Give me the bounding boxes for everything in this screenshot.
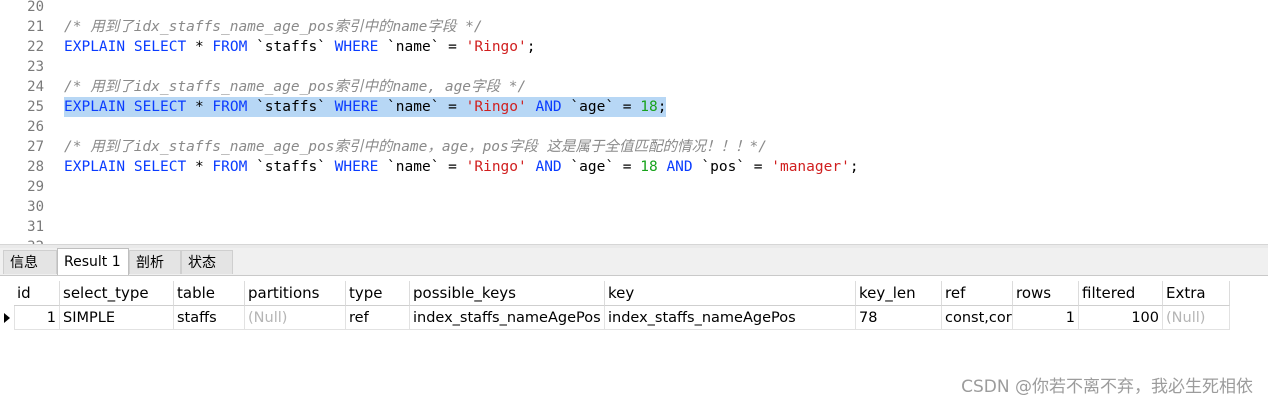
- column-header[interactable]: partitions: [245, 281, 346, 306]
- line-number: 30: [27, 199, 44, 215]
- tab-status[interactable]: 状态: [181, 250, 233, 274]
- result-tab-bar: 信息 Result 1 剖析 状态: [0, 248, 1268, 276]
- line-number: 26: [27, 119, 44, 135]
- code-comment: /* 用到了idx_staffs_name_age_pos索引中的name, a…: [64, 79, 527, 95]
- line-number: 32: [0, 237, 44, 244]
- column-header[interactable]: type: [346, 281, 410, 306]
- column-header[interactable]: rows: [1013, 281, 1079, 306]
- code-comment: /* 用到了idx_staffs_name_age_pos索引中的name字段 …: [64, 19, 483, 35]
- line-number: 31: [27, 219, 44, 235]
- tab-result-1[interactable]: Result 1: [57, 248, 129, 275]
- line-number: 22: [27, 39, 44, 55]
- cell-key-len[interactable]: 78: [856, 306, 942, 330]
- cell-select-type[interactable]: SIMPLE: [60, 306, 174, 330]
- editor-line[interactable]: 20: [0, 0, 1268, 17]
- cell-possible-keys[interactable]: index_staffs_nameAgePos: [410, 306, 605, 330]
- column-header[interactable]: ref: [942, 281, 1013, 306]
- line-number: 29: [27, 179, 44, 195]
- cell-key[interactable]: index_staffs_nameAgePos: [605, 306, 856, 330]
- code-comment: /* 用到了idx_staffs_name_age_pos索引中的name，ag…: [64, 139, 767, 155]
- watermark: CSDN @你若不离不弃，我必生死相依: [961, 377, 1253, 397]
- column-header[interactable]: key_len: [856, 281, 942, 306]
- editor-line[interactable]: 31: [0, 217, 1268, 237]
- column-header[interactable]: possible_keys: [410, 281, 605, 306]
- editor-line[interactable]: 28 EXPLAIN SELECT * FROM `staffs` WHERE …: [0, 157, 1268, 177]
- tab-profile[interactable]: 剖析: [129, 250, 181, 274]
- line-number: 24: [27, 79, 44, 95]
- cell-id[interactable]: 1: [14, 306, 60, 330]
- column-header[interactable]: id: [14, 281, 60, 306]
- editor-line[interactable]: 22 EXPLAIN SELECT * FROM `staffs` WHERE …: [0, 37, 1268, 57]
- editor-line[interactable]: 32: [0, 237, 1268, 244]
- line-number: 23: [27, 59, 44, 75]
- line-number: 27: [27, 139, 44, 155]
- row-indicator[interactable]: [0, 306, 15, 330]
- editor-line[interactable]: 23: [0, 57, 1268, 77]
- editor-line[interactable]: 21 /* 用到了idx_staffs_name_age_pos索引中的name…: [0, 17, 1268, 37]
- line-number: 21: [27, 19, 44, 35]
- cell-type[interactable]: ref: [346, 306, 410, 330]
- tab-info[interactable]: 信息: [3, 250, 57, 274]
- cell-ref[interactable]: const,cor: [942, 306, 1013, 330]
- code-statement-selected: EXPLAIN SELECT * FROM `staffs` WHERE `na…: [64, 97, 667, 117]
- column-header[interactable]: Extra: [1163, 281, 1230, 306]
- cell-table[interactable]: staffs: [174, 306, 245, 330]
- line-number: 28: [27, 159, 44, 175]
- editor-line[interactable]: 27 /* 用到了idx_staffs_name_age_pos索引中的name…: [0, 137, 1268, 157]
- code-statement: EXPLAIN SELECT * FROM `staffs` WHERE `na…: [64, 39, 536, 55]
- column-header[interactable]: key: [605, 281, 856, 306]
- sql-editor[interactable]: 20 21 /* 用到了idx_staffs_name_age_pos索引中的n…: [0, 0, 1268, 244]
- column-header[interactable]: select_type: [60, 281, 174, 306]
- editor-line[interactable]: 24 /* 用到了idx_staffs_name_age_pos索引中的name…: [0, 77, 1268, 97]
- editor-line-selected[interactable]: 25 EXPLAIN SELECT * FROM `staffs` WHERE …: [0, 97, 1268, 117]
- column-header[interactable]: filtered: [1079, 281, 1163, 306]
- column-header[interactable]: table: [174, 281, 245, 306]
- cell-filtered[interactable]: 100: [1079, 306, 1163, 330]
- code-statement: EXPLAIN SELECT * FROM `staffs` WHERE `na…: [64, 159, 859, 175]
- line-number: 25: [27, 99, 44, 115]
- cell-partitions[interactable]: (Null): [245, 306, 346, 330]
- current-row-arrow-icon: [4, 313, 10, 323]
- cell-extra[interactable]: (Null): [1163, 306, 1230, 330]
- editor-line[interactable]: 30: [0, 197, 1268, 217]
- editor-line[interactable]: 29: [0, 177, 1268, 197]
- editor-line[interactable]: 26: [0, 117, 1268, 137]
- cell-rows[interactable]: 1: [1013, 306, 1079, 330]
- line-number: 20: [27, 0, 44, 15]
